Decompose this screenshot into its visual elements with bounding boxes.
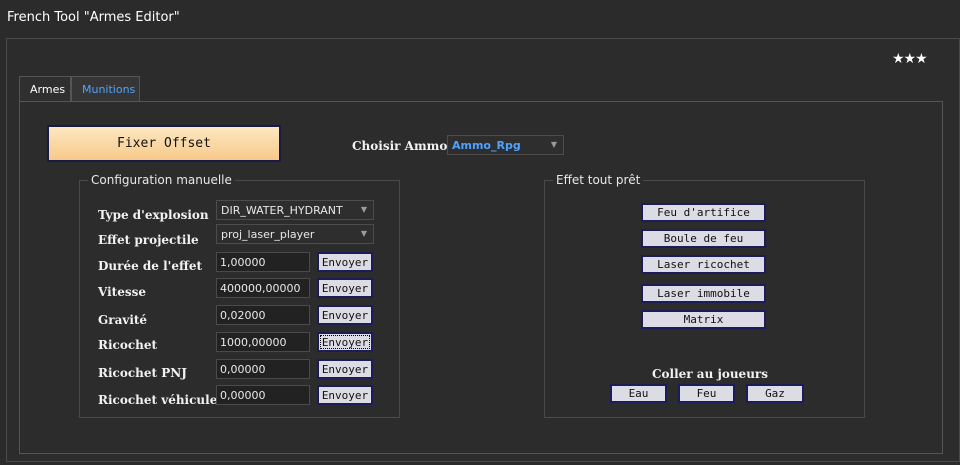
send-effect-duration-button[interactable]: Envoyer bbox=[317, 252, 373, 272]
projectile-effect-label: Effet projectile bbox=[98, 233, 199, 247]
stick-water-button[interactable]: Eau bbox=[610, 384, 667, 403]
ricochet-vehicles-field[interactable]: 0,00000 bbox=[216, 385, 310, 405]
ricochet-npc-label: Ricochet PNJ bbox=[98, 366, 187, 380]
explosion-type-select[interactable]: DIR_WATER_HYDRANT ▼ bbox=[216, 200, 374, 220]
explosion-type-label: Type d'explosion bbox=[98, 208, 209, 222]
send-speed-button[interactable]: Envoyer bbox=[317, 278, 373, 298]
ready-effects-title: Effet tout prêt bbox=[553, 173, 644, 187]
chevron-down-icon: ▼ bbox=[360, 229, 367, 238]
gravity-field[interactable]: 0,02000 bbox=[216, 305, 310, 325]
choose-ammo-label: Choisir Ammo bbox=[352, 139, 448, 153]
projectile-effect-select[interactable]: proj_laser_player ▼ bbox=[216, 224, 374, 244]
send-ricochet-button[interactable]: Envoyer bbox=[317, 332, 373, 352]
projectile-effect-value: proj_laser_player bbox=[221, 228, 315, 241]
ricochet-npc-field[interactable]: 0,00000 bbox=[216, 359, 310, 379]
explosion-type-value: DIR_WATER_HYDRANT bbox=[221, 204, 343, 217]
ricochet-vehicles-label: Ricochet véhicules bbox=[98, 393, 225, 407]
send-ricochet-vehicles-button[interactable]: Envoyer bbox=[317, 385, 373, 405]
effect-laser-static-button[interactable]: Laser immobile bbox=[641, 284, 766, 303]
stick-fire-button[interactable]: Feu bbox=[678, 384, 735, 403]
ammo-select[interactable]: Ammo_Rpg ▼ bbox=[447, 135, 564, 155]
gravity-label: Gravité bbox=[98, 313, 148, 327]
stick-gas-button[interactable]: Gaz bbox=[746, 384, 804, 403]
chevron-down-icon: ▼ bbox=[550, 140, 557, 149]
send-gravity-button[interactable]: Envoyer bbox=[317, 305, 373, 325]
window-title: French Tool "Armes Editor" bbox=[7, 10, 180, 25]
ricochet-label: Ricochet bbox=[98, 338, 158, 352]
effect-fireworks-button[interactable]: Feu d'artifice bbox=[641, 203, 766, 222]
effect-laser-ricochet-button[interactable]: Laser ricochet bbox=[641, 255, 766, 274]
chevron-down-icon: ▼ bbox=[360, 205, 367, 214]
star-rating-icon[interactable]: ★★★ bbox=[892, 51, 928, 67]
send-ricochet-npc-button[interactable]: Envoyer bbox=[317, 359, 373, 379]
speed-label: Vitesse bbox=[98, 285, 146, 299]
ricochet-field[interactable]: 1000,00000 bbox=[216, 332, 310, 352]
effect-fireball-button[interactable]: Boule de feu bbox=[641, 229, 766, 248]
effect-matrix-button[interactable]: Matrix bbox=[641, 310, 766, 329]
fix-offset-button[interactable]: Fixer Offset bbox=[47, 125, 281, 162]
effect-duration-field[interactable]: 1,00000 bbox=[216, 252, 310, 272]
manual-config-title: Configuration manuelle bbox=[88, 173, 235, 187]
tab-munitions[interactable]: Munitions bbox=[71, 76, 140, 102]
effect-duration-label: Durée de l'effet bbox=[98, 259, 202, 273]
ammo-select-value: Ammo_Rpg bbox=[452, 139, 521, 152]
speed-field[interactable]: 400000,00000 bbox=[216, 278, 310, 298]
stick-to-players-label: Coller au joueurs bbox=[652, 367, 768, 381]
tab-armes[interactable]: Armes bbox=[19, 76, 71, 102]
